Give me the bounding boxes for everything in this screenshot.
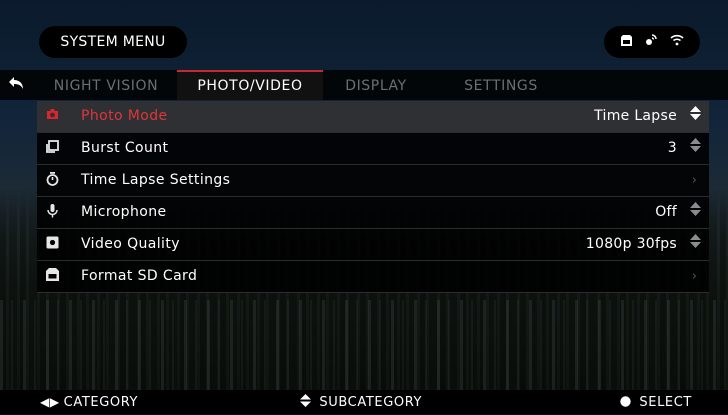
sd-card-icon xyxy=(620,34,633,51)
camera-icon xyxy=(45,108,59,122)
wifi-icon xyxy=(670,34,684,50)
menu-item-format-sd-card[interactable]: Format SD Card › xyxy=(37,261,709,293)
menu-item-label: Burst Count xyxy=(81,140,169,156)
chevron-right-icon[interactable]: › xyxy=(692,261,697,292)
menu-item-label: Time Lapse Settings xyxy=(81,172,231,188)
page-title: SYSTEM MENU xyxy=(39,26,187,58)
hint-subcategory: SUBCATEGORY xyxy=(300,390,422,415)
hint-select-label: SELECT xyxy=(639,395,692,410)
menu-item-value: 1080p 30fps xyxy=(585,236,677,252)
footer-hints: ◀▶ CATEGORY SUBCATEGORY SELECT xyxy=(0,390,728,414)
menu-item-value: Time Lapse xyxy=(594,108,677,124)
chevron-right-icon[interactable]: › xyxy=(692,165,697,196)
burst-icon xyxy=(45,140,59,154)
hint-category: ◀▶ CATEGORY xyxy=(40,390,138,415)
spinner-arrows-icon[interactable] xyxy=(690,197,701,228)
hint-select: SELECT xyxy=(620,390,692,415)
spinner-arrows-icon[interactable] xyxy=(690,133,701,164)
tab-display[interactable]: DISPLAY xyxy=(326,70,426,100)
menu-item-label: Microphone xyxy=(81,204,167,220)
menu-item-value: Off xyxy=(655,204,677,220)
menu-item-label: Video Quality xyxy=(81,236,180,252)
satellite-icon xyxy=(644,33,658,51)
select-dot-icon xyxy=(620,395,635,409)
microphone-icon xyxy=(45,204,59,218)
tab-bar: NIGHT VISION PHOTO/VIDEO DISPLAY SETTING… xyxy=(0,70,728,100)
back-arrow-icon[interactable] xyxy=(8,75,24,95)
sd-card-icon xyxy=(45,268,59,282)
tab-settings[interactable]: SETTINGS xyxy=(441,70,561,100)
menu-item-microphone[interactable]: Microphone Off xyxy=(37,197,709,229)
spinner-arrows-icon[interactable] xyxy=(690,229,701,260)
background-reflection xyxy=(0,300,728,390)
spinner-arrows-icon[interactable] xyxy=(690,101,701,132)
timer-icon xyxy=(45,172,59,186)
menu-item-burst-count[interactable]: Burst Count 3 xyxy=(37,133,709,165)
left-right-arrows-icon: ◀▶ xyxy=(40,395,60,409)
settings-list: Photo Mode Time Lapse Burst Count 3 Time… xyxy=(37,101,709,293)
tab-photo-video[interactable]: PHOTO/VIDEO xyxy=(177,70,323,100)
menu-item-video-quality[interactable]: Video Quality 1080p 30fps xyxy=(37,229,709,261)
status-bar xyxy=(604,26,700,58)
menu-item-time-lapse-settings[interactable]: Time Lapse Settings › xyxy=(37,165,709,197)
menu-item-value: 3 xyxy=(667,140,677,156)
hint-category-label: CATEGORY xyxy=(63,395,139,410)
menu-item-photo-mode[interactable]: Photo Mode Time Lapse xyxy=(37,101,709,133)
menu-item-label: Format SD Card xyxy=(81,268,198,284)
tab-night-vision[interactable]: NIGHT VISION xyxy=(38,70,174,100)
menu-item-label: Photo Mode xyxy=(81,108,168,124)
video-quality-icon xyxy=(45,236,59,250)
up-down-arrows-icon xyxy=(300,394,315,409)
hint-subcategory-label: SUBCATEGORY xyxy=(319,395,423,410)
